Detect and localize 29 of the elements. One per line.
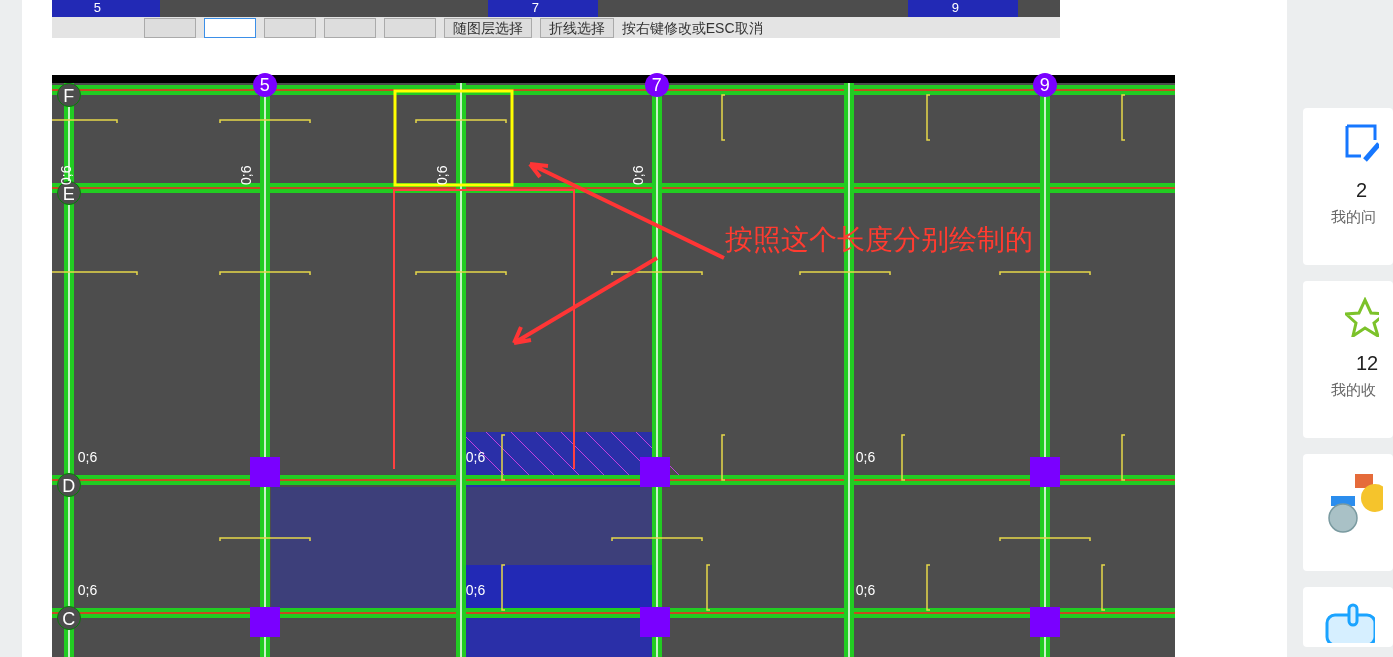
dimension-label: 0;6 — [465, 449, 486, 465]
dimension-label: 0;6 — [855, 582, 876, 598]
dimension-label: 0;6 — [77, 582, 98, 598]
tool-button[interactable] — [263, 17, 316, 38]
tool-button[interactable]: 折线选择 — [539, 17, 614, 38]
stat-count: 12 — [1355, 351, 1380, 375]
stat-label: 我的收 — [1331, 380, 1377, 400]
note-edit-icon — [1345, 124, 1379, 164]
tool-button[interactable] — [383, 17, 436, 38]
tool-button[interactable] — [143, 17, 196, 38]
axis-label: 5 — [93, 0, 101, 16]
medals-icon — [1327, 474, 1383, 534]
stat-count: 2 — [1355, 178, 1369, 202]
star-icon — [1345, 297, 1379, 337]
stat-label: 我的问 — [1331, 207, 1377, 227]
tool-button[interactable] — [323, 17, 376, 38]
dimension-label: 0;6 — [855, 449, 876, 465]
dimension-label: 0;6 — [433, 165, 450, 185]
dimension-label: 0;6 — [237, 165, 254, 185]
dimension-label: 0;6 — [629, 165, 646, 185]
dimension-label: 0;6 — [465, 582, 486, 598]
axis-label: 7 — [531, 0, 539, 16]
dimension-label: 0;6 — [77, 449, 98, 465]
status-hint: 按右键修改或ESC取消 — [621, 18, 763, 37]
dimension-label: 0;6 — [57, 165, 74, 185]
calendar-icon — [1325, 603, 1375, 643]
tool-button[interactable] — [203, 17, 256, 38]
axis-label: 9 — [951, 0, 959, 16]
tool-button[interactable]: 随图层选择 — [443, 17, 532, 38]
